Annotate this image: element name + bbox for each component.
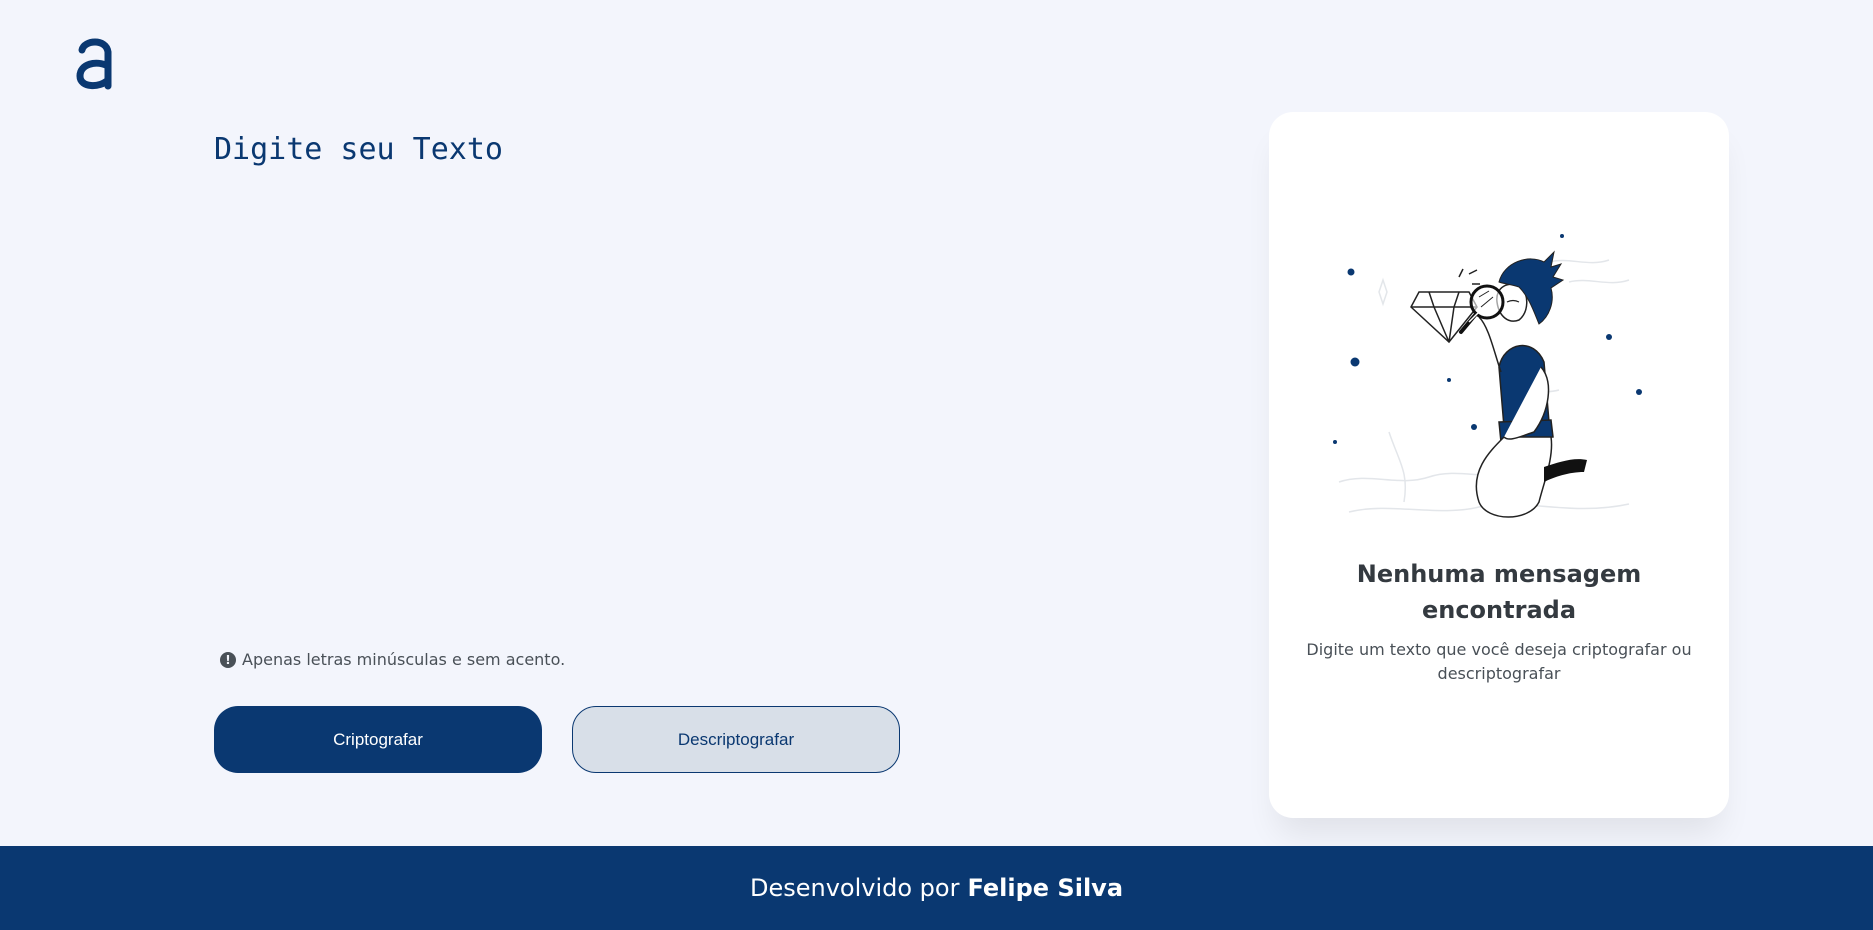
person-with-magnifier-diamond-illustration <box>1333 234 1642 518</box>
input-hint: ! Apenas letras minúsculas e sem acento. <box>220 650 565 669</box>
footer-prefix: Desenvolvido por <box>749 874 960 902</box>
footer: Desenvolvido por Felipe Silva <box>0 846 1873 930</box>
text-input[interactable] <box>214 130 1054 610</box>
exclamation-circle-icon: ! <box>220 651 236 668</box>
footer-author: Felipe Silva <box>967 874 1124 902</box>
output-panel: Nenhuma mensagem encontrada Digite um te… <box>1269 112 1729 818</box>
alura-logo-icon <box>76 38 112 90</box>
output-text: Digite um texto que você deseja criptogr… <box>1306 640 1692 683</box>
decrypt-button[interactable]: Descriptografar <box>572 706 900 773</box>
hint-text: Apenas letras minúsculas e sem acento. <box>242 650 566 669</box>
output-title: Nenhuma mensagem encontrada <box>1356 560 1642 624</box>
encrypt-button[interactable]: Criptografar <box>214 706 542 773</box>
